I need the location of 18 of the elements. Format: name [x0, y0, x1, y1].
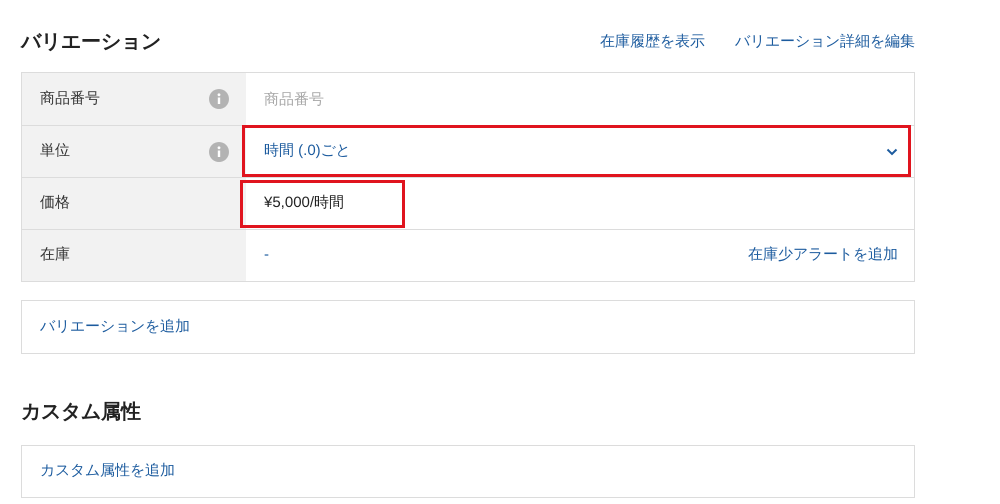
- header-link[interactable]: 在庫履歴を表示: [600, 30, 705, 54]
- field-label: 在庫: [40, 245, 70, 266]
- field-label: 単位: [40, 141, 70, 162]
- input-field[interactable]: 商品番号: [264, 73, 914, 125]
- add-variation-button[interactable]: バリエーションを追加: [21, 300, 915, 354]
- info-icon[interactable]: [209, 89, 229, 109]
- section-title: カスタム属性: [21, 400, 142, 425]
- add-custom-attribute-button[interactable]: カスタム属性を追加: [21, 445, 915, 498]
- field-label: 価格: [40, 193, 70, 214]
- header-link[interactable]: バリエーション詳細を編集: [735, 30, 915, 54]
- unit-dropdown[interactable]: 時間 (.0)ごと: [264, 126, 914, 177]
- stock-value: -: [264, 245, 269, 266]
- info-icon[interactable]: [209, 142, 229, 162]
- price-value: ¥5,000/時間: [264, 193, 344, 214]
- add-low-stock-alert-link[interactable]: 在庫少アラートを追加: [748, 244, 898, 267]
- chevron-down-icon: [886, 148, 898, 156]
- field-label: 商品番号: [40, 88, 100, 109]
- section-title: バリエーション: [21, 30, 161, 55]
